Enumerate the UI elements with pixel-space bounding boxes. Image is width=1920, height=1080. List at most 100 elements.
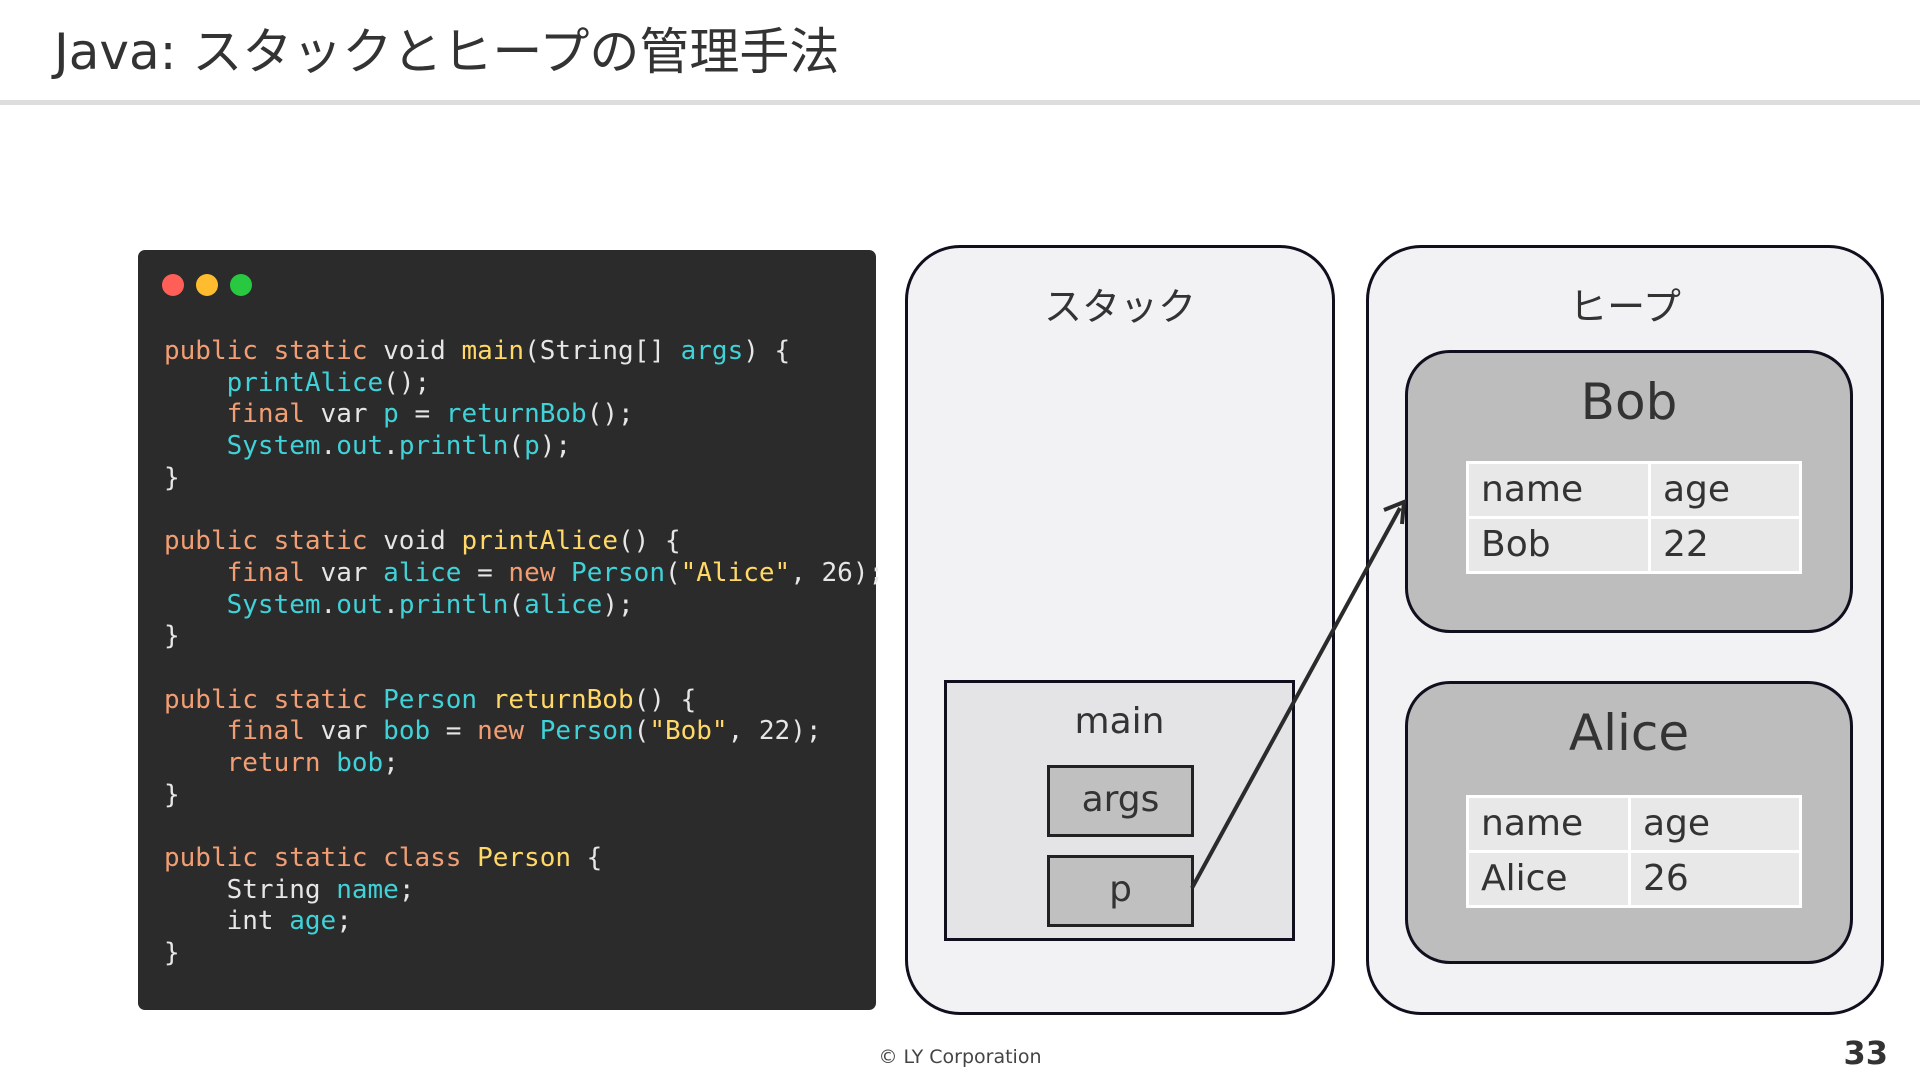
code-token: var (320, 557, 384, 588)
code-token: final (226, 716, 321, 747)
code-line: System.out.println(p); (164, 431, 884, 463)
table-cell: 26 (1628, 850, 1802, 908)
code-token: var (320, 399, 384, 430)
code-token: args (680, 336, 744, 366)
code-line: final var bob = new Person("Bob", 22); (164, 716, 884, 748)
code-line: System.out.println(alice); (164, 590, 884, 622)
code-token: new (477, 716, 540, 747)
table-header-cell: age (1648, 461, 1802, 519)
code-token: bob (383, 716, 431, 747)
table-header-cell: age (1628, 795, 1802, 853)
code-token: ; (336, 906, 352, 937)
code-listing: public static void main(String[] args) {… (164, 336, 884, 970)
code-token: } (164, 462, 180, 493)
code-token: } (164, 938, 180, 969)
code-token: public static class (164, 843, 478, 873)
code-token: println (398, 431, 509, 462)
code-token: "Alice" (680, 557, 791, 588)
code-token: { (571, 843, 603, 873)
code-line: String name; (164, 875, 884, 907)
field-table: name age Bob 22 (1466, 461, 1802, 574)
code-token: , 22); (727, 716, 822, 747)
code-line: final var p = returnBob(); (164, 399, 884, 431)
footer-copyright: © LY Corporation (878, 1046, 1042, 1068)
code-line: public static Person returnBob() { (164, 685, 884, 717)
code-token: "Bob" (649, 716, 728, 747)
code-token: println (398, 589, 509, 620)
code-token: (); (383, 367, 431, 398)
heap-title: ヒープ (1569, 285, 1681, 329)
code-token: . (320, 589, 337, 620)
stack-frame-main: main args p (944, 680, 1295, 941)
table-row: name age (1466, 461, 1802, 519)
table-cell: Alice (1466, 850, 1631, 908)
code-token: Person (571, 557, 665, 588)
code-token: } (164, 621, 180, 652)
code-token: returnBob (492, 684, 634, 715)
code-token: void (383, 526, 462, 557)
code-token: public static (164, 526, 384, 557)
code-token: . (320, 431, 337, 462)
table-row: Alice 26 (1466, 850, 1802, 908)
heap-object-alice: Alice name age Alice 26 (1405, 681, 1853, 964)
code-token: . (383, 431, 399, 462)
code-token: Person (539, 716, 634, 747)
code-token: age (289, 906, 337, 937)
code-token: void (383, 336, 462, 366)
code-token: = (430, 716, 478, 747)
heap-object-title: Bob (1580, 373, 1678, 431)
code-token: p (383, 399, 399, 430)
maximize-dot-icon (230, 274, 252, 296)
code-token: ( (508, 431, 525, 462)
code-line: public static void main(String[] args) { (164, 336, 884, 368)
heap-object-title: Alice (1568, 704, 1690, 762)
code-token: (); (586, 399, 634, 430)
stack-frame-label: main (1074, 701, 1165, 742)
code-token: return (226, 747, 337, 778)
code-token: new (508, 557, 572, 588)
code-token: = (398, 399, 446, 430)
code-token: name (336, 874, 399, 905)
code-token: (String[] (524, 336, 681, 366)
code-token: main (461, 336, 525, 366)
code-line: } (164, 463, 884, 495)
code-token: , 26); (790, 557, 885, 588)
code-token: printAlice (461, 526, 618, 557)
code-line: return bob; (164, 748, 884, 780)
code-token: ; (383, 747, 399, 778)
code-token: var (320, 716, 384, 747)
code-token: p (524, 431, 540, 462)
code-token: () { (633, 684, 697, 715)
slide-title: Java: スタックとヒープの管理手法 (54, 23, 840, 81)
code-line: } (164, 938, 884, 970)
field-table: name age Alice 26 (1466, 795, 1802, 908)
code-token: out (336, 431, 384, 462)
stack-title: スタック (1043, 285, 1196, 329)
page-number: 33 (1843, 1034, 1888, 1072)
table-header-cell: name (1466, 461, 1651, 519)
code-token: out (336, 589, 384, 620)
code-token: int (226, 906, 290, 937)
code-line: public static void printAlice() { (164, 526, 884, 558)
code-token: String (226, 874, 337, 905)
code-token: public static (164, 336, 384, 366)
code-token: Person (477, 843, 571, 873)
table-header-cell: name (1466, 795, 1631, 853)
code-token: ); (602, 589, 634, 620)
stack-var-args: args (1047, 765, 1194, 837)
code-token: returnBob (445, 399, 587, 430)
code-token: Person (383, 684, 493, 715)
code-token: printAlice (226, 367, 384, 398)
code-token: System (226, 589, 321, 620)
code-line: final var alice = new Person("Alice", 26… (164, 557, 885, 590)
